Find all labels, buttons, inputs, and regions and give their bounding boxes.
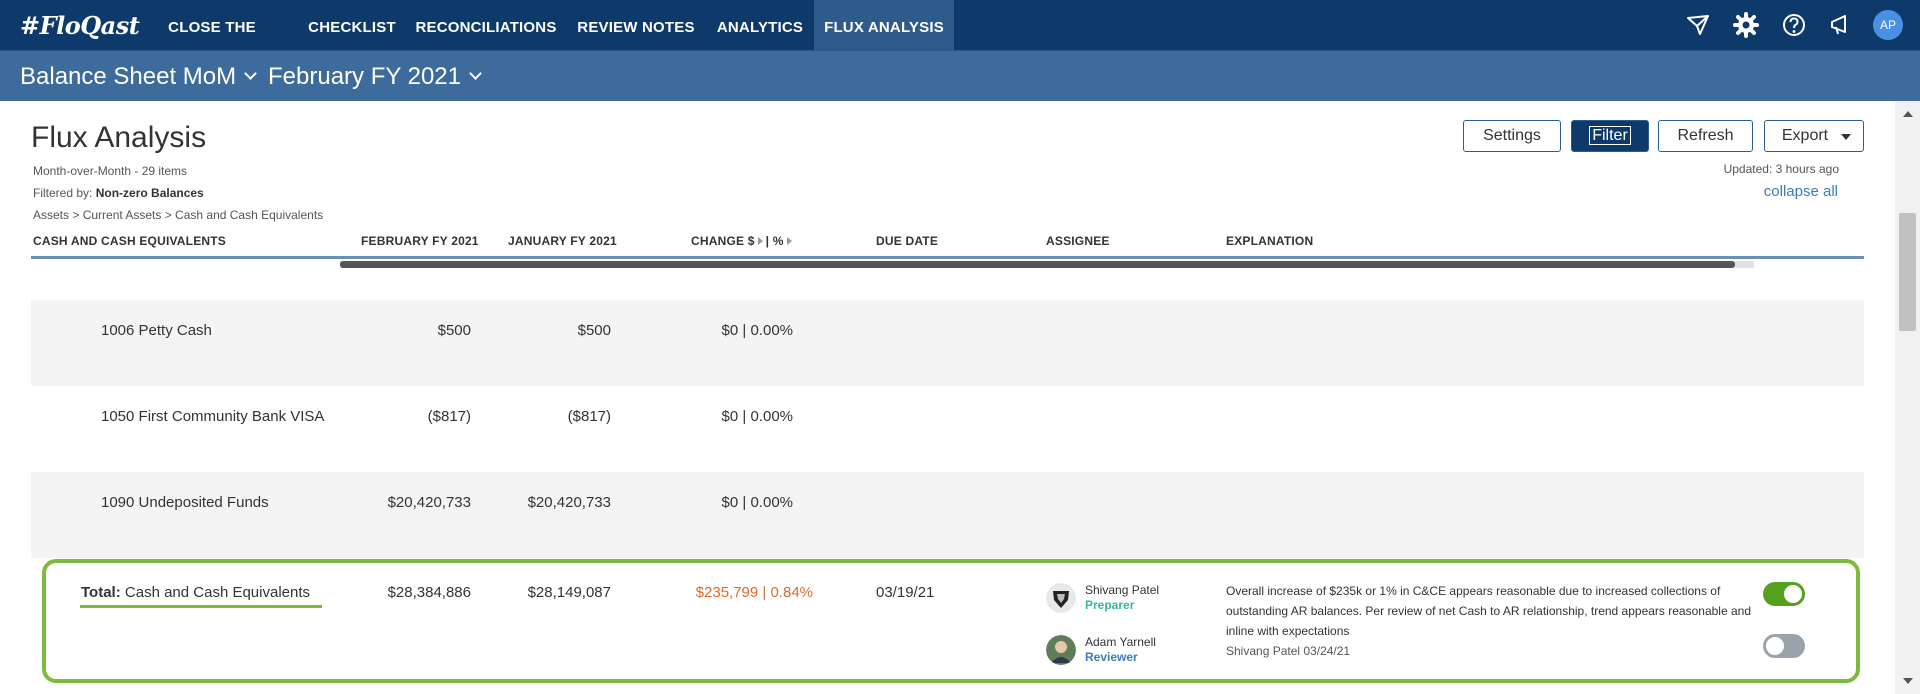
col-header-change[interactable]: CHANGE $ | %: [691, 234, 795, 248]
change-value: $0 | 0.00%: [721, 322, 793, 339]
change-value: $0 | 0.00%: [721, 494, 793, 511]
account-name[interactable]: 1050 First Community Bank VISA: [101, 408, 324, 425]
col-header-due-date[interactable]: DUE DATE: [876, 234, 938, 248]
page-title: Flux Analysis: [31, 121, 207, 154]
table-row[interactable]: 1090 Undeposited Funds $20,420,733 $20,4…: [31, 472, 1864, 558]
scroll-up-icon[interactable]: [1903, 111, 1913, 117]
prior-balance: $500: [577, 322, 611, 339]
filter-value: Non-zero Balances: [95, 186, 204, 200]
filter-button[interactable]: Filter: [1571, 120, 1649, 152]
col-header-prior[interactable]: JANUARY FY 2021: [508, 234, 617, 248]
export-button[interactable]: Export: [1764, 120, 1864, 152]
filter-prefix: Filtered by:: [33, 186, 93, 200]
col-header-explanation[interactable]: EXPLANATION: [1226, 234, 1313, 248]
change-value: $0 | 0.00%: [721, 408, 793, 425]
col-header-assignee[interactable]: ASSIGNEE: [1046, 234, 1110, 248]
preparer-signoff-toggle[interactable]: [1763, 582, 1805, 606]
reviewer-signoff-toggle[interactable]: [1763, 634, 1805, 658]
subtitle: Month-over-Month - 29 items: [33, 164, 188, 178]
preparer-avatar: [1046, 583, 1076, 613]
preparer-name: Shivang Patel: [1085, 583, 1160, 597]
prior-balance: ($817): [567, 408, 611, 425]
horizontal-scrollbar-thumb[interactable]: [340, 261, 1735, 268]
main-content: Flux Analysis Month-over-Month - 29 item…: [0, 0, 1895, 694]
filter-button-label: Filter: [1589, 126, 1631, 145]
account-name[interactable]: 1006 Petty Cash: [101, 322, 212, 339]
prior-balance: $20,420,733: [527, 494, 611, 511]
reviewer-avatar: [1046, 635, 1076, 665]
total-underline: [80, 605, 322, 608]
col-header-current[interactable]: FEBRUARY FY 2021: [361, 234, 479, 248]
scroll-down-icon[interactable]: [1903, 678, 1913, 684]
change-percent-label: | %: [765, 234, 784, 248]
account-name[interactable]: 1090 Undeposited Funds: [101, 494, 269, 511]
total-due-date[interactable]: 03/19/21: [876, 584, 934, 601]
refresh-button[interactable]: Refresh: [1658, 120, 1753, 152]
sort-icon[interactable]: [757, 237, 763, 245]
collapse-all-link[interactable]: collapse all: [1764, 183, 1838, 200]
reviewer-name: Adam Yarnell: [1085, 635, 1156, 649]
breadcrumb: Assets > Current Assets > Cash and Cash …: [33, 208, 324, 222]
total-change-value: $235,799 | 0.84%: [695, 584, 813, 601]
export-button-label: Export: [1781, 127, 1829, 144]
toggle-knob: [1766, 637, 1784, 655]
header-divider: [31, 256, 1864, 259]
updated-timestamp: Updated: 3 hours ago: [1723, 162, 1839, 176]
col-header-account[interactable]: CASH AND CASH EQUIVALENTS: [33, 234, 226, 248]
filter-summary: Filtered by: Non-zero Balances: [33, 186, 204, 200]
reviewer-role: Reviewer: [1085, 650, 1138, 664]
vertical-scrollbar-thumb[interactable]: [1899, 213, 1916, 331]
sort-icon[interactable]: [786, 237, 792, 245]
total-prior-balance: $28,149,087: [527, 584, 611, 601]
table-row[interactable]: 1006 Petty Cash $500 $500 $0 | 0.00%: [31, 300, 1864, 386]
total-label[interactable]: Total: Cash and Cash Equivalents: [81, 584, 310, 601]
explanation-text[interactable]: Overall increase of $235k or 1% in C&CE …: [1226, 581, 1756, 641]
caret-down-icon: [1841, 134, 1851, 140]
table-row[interactable]: 1050 First Community Bank VISA ($817) ($…: [31, 386, 1864, 472]
total-prefix: Total:: [81, 584, 121, 601]
toggle-knob: [1784, 585, 1802, 603]
settings-button[interactable]: Settings: [1463, 120, 1561, 152]
signoff-text: Shivang Patel 03/24/21: [1226, 644, 1351, 658]
change-dollar-label: CHANGE $: [691, 234, 755, 248]
total-name: Cash and Cash Equivalents: [124, 584, 311, 601]
preparer-role: Preparer: [1085, 598, 1135, 612]
vertical-scrollbar[interactable]: [1895, 101, 1920, 694]
